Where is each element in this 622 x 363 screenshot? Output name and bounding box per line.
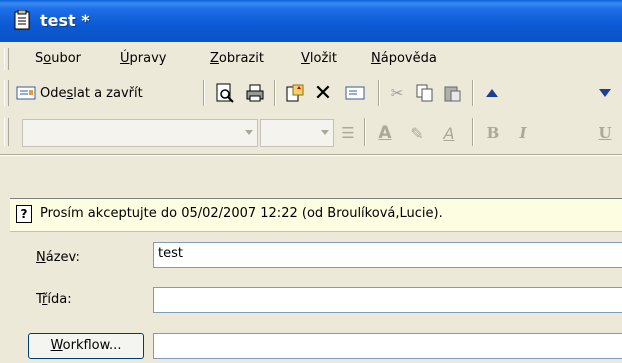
bold-button[interactable]: B [480,121,506,145]
scissors-icon: ✂ [390,84,404,102]
italic-button[interactable]: I [510,121,536,145]
chevron-down-icon [245,130,253,135]
name-label: Název: [36,250,80,265]
info-bar: ? Prosím akceptujte do 05/02/2007 12:22 … [10,198,622,232]
print-button[interactable] [242,81,268,105]
title-bar: test * [0,0,622,42]
name-field[interactable]: test [153,242,622,268]
toolbar-grip[interactable] [4,118,9,146]
menu-napoveda[interactable]: Nápověda [371,51,437,66]
toolbar-separator [274,80,276,106]
class-field[interactable] [153,287,622,313]
font-color-icon: A [378,123,392,143]
paste-icon [444,86,461,102]
menu-grip[interactable] [4,48,9,70]
toolbar-grip[interactable] [4,80,9,106]
arrow-up-icon [486,89,498,97]
menu-vlozit[interactable]: Vložit [301,51,337,66]
attach-file-button[interactable] [282,81,308,105]
previous-item-button[interactable] [479,81,505,105]
toolbar-separator [472,118,474,146]
menu-soubor[interactable]: Soubor [35,51,81,66]
underline-button[interactable]: U [592,121,618,145]
class-label: Třída: [36,292,72,307]
font-color-button[interactable]: A [372,121,398,145]
properties-button[interactable] [342,81,368,105]
char-style-icon: A [443,123,455,143]
printer-icon [246,84,264,102]
print-preview-button[interactable] [212,81,238,105]
list-icon: ☰ [341,124,355,142]
send-icon [16,86,36,100]
send-and-close-button[interactable]: Odeslat a zavřít [16,81,143,105]
properties-icon [345,86,365,100]
style-dropdown[interactable] [22,119,258,147]
toolbar-separator [378,80,380,106]
menu-bar: Soubor Úpravy Zobrazit Vložit Nápověda [0,44,622,74]
bullets-button[interactable]: ☰ [337,122,359,144]
document-icon [14,10,30,30]
toolbar-separator [364,118,366,146]
chevron-down-icon [321,130,329,135]
font-size-dropdown[interactable] [260,119,334,147]
attach-file-icon [286,84,304,102]
window-title: test * [40,11,90,30]
question-icon: ? [16,205,32,223]
underline-icon: U [598,124,612,142]
arrow-down-icon [599,89,611,97]
highlight-button[interactable]: ✎ [404,121,430,145]
standard-toolbar: Odeslat a zavřít ✕ ✂ [0,75,622,111]
italic-icon: I [519,124,527,142]
toolbar-separator [203,80,205,106]
print-preview-icon [216,83,234,103]
workflow-field[interactable] [153,333,622,359]
divider [0,154,622,156]
send-and-close-label: Odeslat a zavřít [40,85,143,101]
next-item-button[interactable] [592,81,618,105]
highlighter-icon: ✎ [410,123,424,143]
copy-icon [416,84,433,102]
delete-button[interactable]: ✕ [310,80,336,106]
workflow-button[interactable]: Workflow... [28,333,144,359]
delete-icon: ✕ [313,80,333,106]
character-style-button[interactable]: A [436,121,462,145]
info-bar-text: Prosím akceptujte do 05/02/2007 12:22 (o… [40,206,443,221]
paste-button[interactable] [441,81,465,105]
toolbar-separator [472,80,474,106]
copy-button[interactable] [413,81,437,105]
cut-button[interactable]: ✂ [385,81,409,105]
bold-icon: B [486,124,500,142]
menu-zobrazit[interactable]: Zobrazit [210,51,264,66]
menu-upravy[interactable]: Úpravy [120,51,166,66]
